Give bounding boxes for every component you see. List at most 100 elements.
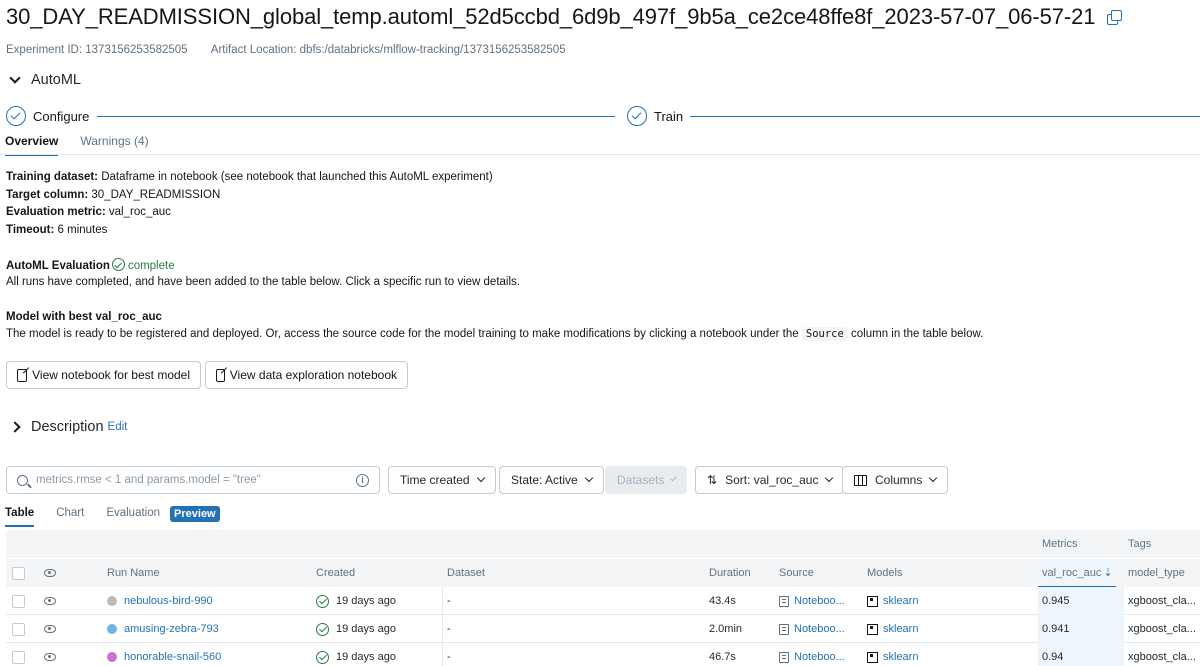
metrics-group-header: Metrics bbox=[1042, 538, 1078, 550]
sort-dropdown[interactable]: ⇅ Sort: val_roc_auc bbox=[695, 466, 845, 494]
experiment-id: Experiment ID: 1373156253582505 bbox=[6, 44, 188, 56]
header-created[interactable]: Created bbox=[316, 559, 355, 587]
source-cell[interactable]: Noteboo... bbox=[779, 643, 845, 666]
tags-group-header: Tags bbox=[1128, 538, 1152, 550]
models-cell[interactable]: sklearn bbox=[867, 615, 918, 643]
table-row[interactable]: honorable-snail-560 19 days ago - 46.7s Note… bbox=[6, 643, 1200, 666]
tab-overview[interactable]: Overview bbox=[5, 134, 59, 156]
automl-section-toggle[interactable]: AutoML bbox=[9, 71, 81, 88]
model-type-cell: xgboost_cla... bbox=[1128, 595, 1196, 607]
automl-tabs: Overview Warnings (4) bbox=[5, 134, 149, 156]
run-name-cell[interactable]: honorable-snail-560 bbox=[107, 643, 221, 666]
description-edit-link[interactable]: Edit bbox=[108, 421, 128, 433]
best-model-text: The model is ready to be registered and … bbox=[6, 327, 984, 341]
created-value: 19 days ago bbox=[336, 623, 396, 635]
source-cell[interactable]: Noteboo... bbox=[779, 587, 845, 615]
search-icon bbox=[17, 474, 28, 486]
columns-dropdown[interactable]: Columns bbox=[842, 466, 949, 494]
header-models[interactable]: Models bbox=[867, 559, 902, 587]
row-checkbox-cell[interactable] bbox=[12, 587, 25, 615]
source-link[interactable]: Noteboo... bbox=[794, 651, 845, 663]
state-dropdown[interactable]: State: Active bbox=[499, 466, 604, 494]
run-color-dot bbox=[107, 624, 117, 634]
view-best-notebook-button[interactable]: View notebook for best model bbox=[6, 361, 201, 389]
chevron-down-icon bbox=[9, 71, 21, 84]
model-link[interactable]: sklearn bbox=[883, 595, 918, 607]
run-name-link[interactable]: amusing-zebra-793 bbox=[124, 623, 219, 635]
model-link[interactable]: sklearn bbox=[883, 651, 918, 663]
copy-icon[interactable] bbox=[1107, 10, 1123, 25]
source-link[interactable]: Noteboo... bbox=[794, 623, 845, 635]
checkbox[interactable] bbox=[12, 650, 25, 664]
models-cell[interactable]: sklearn bbox=[867, 587, 918, 615]
checkbox[interactable] bbox=[12, 566, 25, 580]
description-section-toggle[interactable]: Description Edit bbox=[9, 419, 128, 435]
sort-label: Sort: val_roc_auc bbox=[725, 473, 819, 487]
header-metric-label: val_roc_auc bbox=[1042, 566, 1102, 579]
state-label: State: Active bbox=[511, 473, 578, 487]
row-visibility-toggle[interactable] bbox=[44, 587, 56, 615]
header-dataset[interactable]: Dataset bbox=[447, 559, 485, 587]
row-checkbox-cell[interactable] bbox=[12, 615, 25, 643]
header-model-type[interactable]: model_type bbox=[1128, 559, 1185, 587]
step-configure-label: Configure bbox=[33, 108, 90, 124]
view-best-notebook-label: View notebook for best model bbox=[32, 368, 190, 382]
table-row[interactable]: nebulous-bird-990 19 days ago - 43.4s Notebo… bbox=[6, 587, 1200, 615]
tab-evaluation[interactable]: Evaluation bbox=[106, 507, 160, 525]
view-data-exploration-button[interactable]: View data exploration notebook bbox=[205, 361, 408, 389]
best-model-text-part2: column in the table below. bbox=[851, 328, 984, 340]
datasets-dropdown[interactable]: Datasets bbox=[605, 466, 687, 494]
time-created-dropdown[interactable]: Time created bbox=[388, 466, 496, 494]
model-type-cell: xgboost_cla... bbox=[1128, 623, 1196, 635]
step-train-label: Train bbox=[654, 108, 684, 124]
models-cell[interactable]: sklearn bbox=[867, 643, 918, 666]
check-circle-icon bbox=[627, 106, 647, 126]
experiment-header: 30_DAY_READMISSION_global_temp.automl_52… bbox=[6, 4, 1123, 30]
model-icon bbox=[867, 651, 878, 663]
chevron-down-icon bbox=[584, 473, 593, 483]
checkbox[interactable] bbox=[12, 594, 25, 608]
header-source[interactable]: Source bbox=[779, 559, 814, 587]
dataset-cell: - bbox=[447, 595, 451, 607]
tab-chart[interactable]: Chart bbox=[56, 507, 84, 525]
header-run-name[interactable]: Run Name bbox=[107, 559, 160, 587]
view-tabs: Table Chart Evaluation Preview bbox=[5, 506, 220, 527]
tabs-divider bbox=[0, 154, 1200, 155]
created-value: 19 days ago bbox=[336, 651, 396, 663]
sort-icon: ⇅ bbox=[707, 473, 718, 487]
run-name-link[interactable]: nebulous-bird-990 bbox=[124, 595, 213, 607]
chevron-down-icon bbox=[929, 473, 938, 483]
external-link-icon bbox=[216, 368, 225, 382]
check-circle-icon bbox=[316, 594, 329, 608]
header-val-roc-auc[interactable]: val_roc_auc ⇣ bbox=[1038, 559, 1116, 587]
training-dataset: Training dataset: Dataframe in notebook … bbox=[6, 171, 493, 183]
created-cell: 19 days ago bbox=[316, 587, 443, 615]
run-name-cell[interactable]: nebulous-bird-990 bbox=[107, 587, 213, 615]
info-icon[interactable]: i bbox=[356, 473, 369, 487]
tab-warnings[interactable]: Warnings (4) bbox=[80, 134, 148, 156]
duration-cell: 2.0min bbox=[709, 623, 743, 635]
select-all-checkbox[interactable] bbox=[12, 559, 25, 587]
source-cell[interactable]: Noteboo... bbox=[779, 615, 845, 643]
row-visibility-toggle[interactable] bbox=[44, 643, 56, 666]
model-link[interactable]: sklearn bbox=[883, 623, 918, 635]
header-duration[interactable]: Duration bbox=[709, 559, 751, 587]
source-link[interactable]: Noteboo... bbox=[794, 595, 845, 607]
metric-cell: 0.945 bbox=[1038, 587, 1124, 615]
row-checkbox-cell[interactable] bbox=[12, 643, 25, 666]
view-data-exploration-label: View data exploration notebook bbox=[229, 368, 397, 382]
target-column: Target column: 30_DAY_READMISSION bbox=[6, 189, 220, 201]
run-name-cell[interactable]: amusing-zebra-793 bbox=[107, 615, 219, 643]
chevron-right-icon bbox=[9, 421, 21, 433]
visibility-header[interactable] bbox=[44, 559, 56, 587]
run-name-link[interactable]: honorable-snail-560 bbox=[124, 651, 221, 663]
checkbox[interactable] bbox=[12, 622, 25, 636]
chevron-down-icon bbox=[825, 473, 834, 483]
tab-table[interactable]: Table bbox=[5, 507, 35, 527]
automl-evaluation: AutoML Evaluation complete bbox=[6, 258, 175, 272]
dataset-cell: - bbox=[447, 623, 451, 635]
table-row[interactable]: amusing-zebra-793 19 days ago - 2.0min Noteb… bbox=[6, 615, 1200, 643]
duration-cell: 43.4s bbox=[709, 595, 736, 607]
run-search-input[interactable]: metrics.rmse < 1 and params.model = "tre… bbox=[6, 466, 380, 494]
row-visibility-toggle[interactable] bbox=[44, 615, 56, 643]
